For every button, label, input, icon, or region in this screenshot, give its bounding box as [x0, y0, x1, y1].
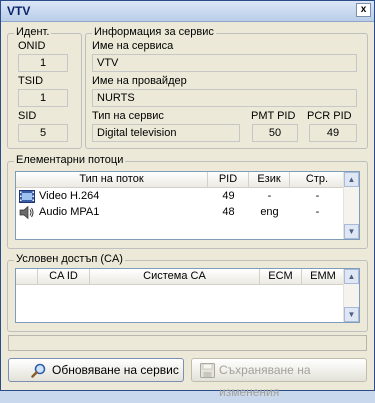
ident-group-label: Идент.	[14, 26, 52, 38]
close-button[interactable]: x	[356, 3, 371, 17]
video-icon	[19, 190, 35, 203]
column-header-ca-id[interactable]: CA ID	[38, 269, 90, 285]
stream-type-cell: Video H.264	[39, 190, 100, 202]
column-header-language[interactable]: Език	[249, 172, 290, 188]
table-row[interactable]: Audio MPA1 48 eng -	[16, 205, 345, 220]
stream-language-cell: -	[267, 190, 272, 202]
service-type-label: Тип на сервис	[92, 110, 164, 122]
stream-pid-cell: 48	[222, 206, 235, 218]
save-changes-button[interactable]: Съхраняване на изменения	[191, 358, 367, 399]
tsid-field: 1	[18, 89, 68, 107]
streams-group-label: Елементарни потоци	[14, 154, 126, 166]
scroll-up-button[interactable]: ▲	[344, 172, 359, 187]
onid-field: 1	[18, 54, 68, 72]
stream-page-cell: -	[315, 206, 320, 218]
table-row[interactable]: Video H.264 49 - -	[16, 189, 345, 204]
column-header-emm[interactable]: EMM	[302, 269, 345, 285]
sid-field: 5	[18, 124, 68, 142]
column-header-ca-system[interactable]: Система CA	[90, 269, 260, 285]
refresh-service-button[interactable]: Обновяване на сервис	[8, 358, 184, 382]
pcr-pid-field: 49	[309, 124, 357, 142]
audio-icon	[19, 206, 34, 219]
pcr-pid-label: PCR PID	[307, 110, 352, 122]
scroll-down-button[interactable]: ▼	[344, 224, 359, 239]
scroll-up-button[interactable]: ▲	[344, 269, 359, 284]
service-info-group-label: Информация за сервис	[92, 26, 216, 38]
onid-label: ONID	[18, 40, 46, 52]
column-header-blank[interactable]	[16, 269, 38, 285]
column-header-pid[interactable]: PID	[208, 172, 249, 188]
dialog-window: VTV x Идент. ONID 1 TSID 1 SID 5 Информа…	[0, 0, 375, 399]
status-bar	[8, 335, 367, 351]
provider-label: Име на провайдер	[92, 75, 187, 87]
refresh-service-label: Обновяване на сервис	[52, 363, 179, 377]
pmt-pid-label: PMT PID	[251, 110, 296, 122]
stream-page-cell: -	[315, 190, 320, 202]
column-header-stream-type[interactable]: Тип на поток	[16, 172, 208, 188]
column-header-page[interactable]: Стр.	[290, 172, 345, 188]
scroll-down-button[interactable]: ▼	[344, 307, 359, 322]
ca-list[interactable]: CA ID Система CA ECM EMM ▲ ▼	[15, 268, 360, 323]
save-changes-label: Съхраняване на изменения	[219, 363, 311, 399]
stream-language-cell: eng	[260, 206, 279, 218]
provider-field: NURTS	[92, 89, 357, 107]
magnifier-icon	[31, 363, 46, 378]
window-title: VTV	[7, 4, 31, 18]
ca-group-label: Условен достъп (CA)	[14, 253, 125, 265]
ca-scrollbar[interactable]: ▲ ▼	[343, 269, 359, 322]
pmt-pid-field: 50	[252, 124, 298, 142]
column-header-ecm[interactable]: ECM	[260, 269, 302, 285]
stream-type-cell: Audio MPA1	[39, 206, 100, 218]
streams-scrollbar[interactable]: ▲ ▼	[343, 172, 359, 239]
sid-label: SID	[18, 110, 37, 122]
service-type-field: Digital television	[92, 124, 240, 142]
service-name-label: Име на сервиса	[92, 40, 174, 52]
title-bar[interactable]: VTV x	[1, 1, 374, 22]
service-name-field: VTV	[92, 54, 357, 72]
tsid-label: TSID	[18, 75, 44, 87]
stream-pid-cell: 49	[222, 190, 235, 202]
streams-list[interactable]: Тип на поток PID Език Стр. Video H.264 4…	[15, 171, 360, 240]
save-icon	[200, 363, 215, 378]
